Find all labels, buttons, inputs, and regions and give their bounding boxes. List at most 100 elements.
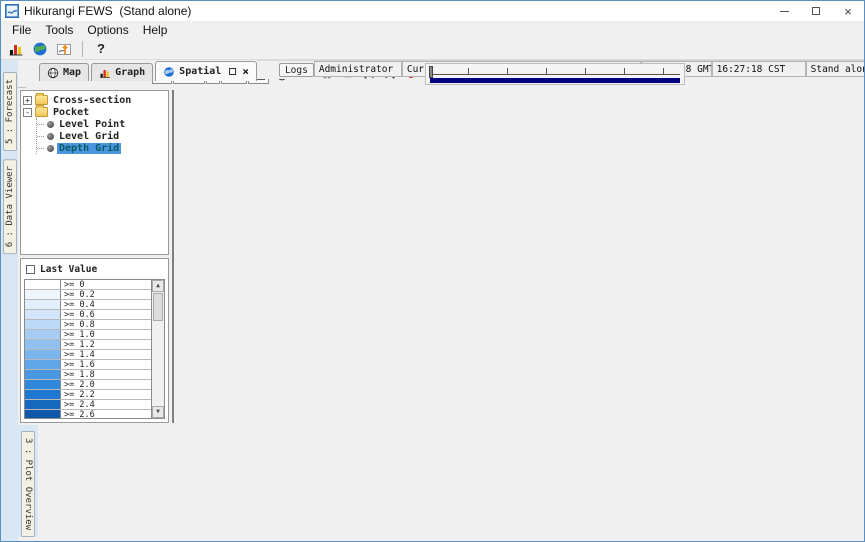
tab-plot-overview[interactable]: 3 : Plot Overview [21,431,35,537]
layers-tree: + Cross-section - Pocket [20,90,169,255]
legend-row[interactable]: >= 1.4 [25,350,151,360]
legend-row-label: >= 1.6 [61,360,151,369]
legend-row[interactable]: >= 0.4 [25,300,151,310]
folder-icon [35,107,48,117]
tree-item-label[interactable]: Level Point [57,119,127,130]
tree-item-cross-section[interactable]: + Cross-section [23,94,166,106]
legend-row-label: >= 0.4 [61,300,151,309]
last-value-checkbox[interactable] [26,265,35,274]
menu-file[interactable]: File [5,23,38,37]
map-display-button[interactable] [29,39,51,59]
tree-item-label[interactable]: Level Grid [57,131,121,142]
tree-item-label[interactable]: Cross-section [51,95,133,106]
legend-color-swatch [25,400,61,409]
legend-row[interactable]: >= 2.0 [25,380,151,390]
legend-row[interactable]: >= 1.6 [25,360,151,370]
collapse-icon[interactable]: - [23,108,32,117]
legend-table: >= 0 >= 0.2 [24,279,165,419]
legend-row-label: >= 1.8 [61,370,151,379]
wireframe-globe-icon [47,67,59,79]
help-label: ? [97,41,105,56]
legend-color-swatch [25,360,61,369]
timeline-handle[interactable] [429,66,433,78]
left-tab-strip: 5 : Forecast 6 : Data Viewer [1,60,18,541]
right-tab-strip: 3 : Plot Overview [18,425,38,537]
menu-tools[interactable]: Tools [38,23,80,37]
legend-row[interactable]: >= 1.2 [25,340,151,350]
timeline-ticks [430,66,680,75]
title-bar[interactable]: Hikurangi FEWS (Stand alone) × [1,1,864,21]
bar-chart-icon [99,67,111,79]
bullet-icon [47,133,54,140]
logs-tab[interactable]: Logs [279,63,314,77]
legend-color-swatch [25,320,61,329]
bar-chart-icon [8,41,24,57]
toolbar-separator [82,41,83,57]
minimize-button[interactable] [768,1,800,21]
bullet-icon [47,145,54,152]
scroll-thumb[interactable] [153,293,163,321]
tab-graph[interactable]: Graph [91,63,153,81]
scroll-up-icon[interactable]: ▲ [152,280,164,292]
bottom-tab-bar: Map Graph Spatial × [18,60,257,81]
status-mode: Stand alone [806,61,865,77]
tree-item-label-selected[interactable]: Depth Grid [57,143,121,154]
globe-icon [163,66,175,78]
tree-item-label[interactable]: Pocket [51,107,91,118]
legend-row-label: >= 1.4 [61,350,151,359]
map-view[interactable]: API Key Required API Key Required Hikura… [172,90,174,423]
menu-help[interactable]: Help [136,23,175,37]
globe-icon [32,41,48,57]
legend-row[interactable]: >= 2.4 [25,400,151,410]
tree-item-pocket[interactable]: - Pocket [23,106,166,118]
status-local-time: 16:27:18 CST [712,61,806,77]
maximize-button[interactable] [800,1,832,21]
tree-item-level-grid[interactable]: Level Grid [37,130,166,142]
tree-connector [37,124,44,125]
legend-row-label: >= 0 [61,280,151,289]
legend-row-label: >= 1.2 [61,340,151,349]
help-button[interactable]: ? [90,39,112,59]
legend-row[interactable]: >= 0 [25,280,151,290]
legend-row[interactable]: >= 2.6 [25,410,151,418]
legend-scrollbar[interactable]: ▲ ▼ [151,280,164,418]
legend-row-label: >= 1.0 [61,330,151,339]
legend-row[interactable]: >= 0.2 [25,290,151,300]
legend-row[interactable]: >= 2.2 [25,390,151,400]
tree-item-level-point[interactable]: Level Point [37,118,166,130]
tab-data-viewer[interactable]: 6 : Data Viewer [3,159,17,254]
legend-row[interactable]: >= 1.0 [25,330,151,340]
chart-display-button[interactable] [53,39,75,59]
legend-color-swatch [25,380,61,389]
tree-connector [37,148,44,149]
legend-row-label: >= 2.2 [61,390,151,399]
legend-row[interactable]: >= 0.8 [25,320,151,330]
legend-color-swatch [25,350,61,359]
last-value-option[interactable]: Last Value [24,262,165,277]
tab-map[interactable]: Map [39,63,89,81]
scroll-down-icon[interactable]: ▼ [152,406,164,418]
tree-connector [37,136,44,137]
main-toolbar: ? [1,38,864,60]
legend-row-label: >= 2.0 [61,380,151,389]
database-display-button[interactable] [5,39,27,59]
timeline-slider[interactable] [425,63,685,85]
menu-bar: File Tools Options Help [1,21,864,38]
legend-row-label: >= 2.4 [61,400,151,409]
legend-color-swatch [25,390,61,399]
legend-rows: >= 0 >= 0.2 [25,280,151,418]
expand-icon[interactable]: + [23,96,32,105]
legend-color-swatch [25,340,61,349]
tree-children: Level Point Level Grid Depth Grid [36,118,166,154]
legend-row[interactable]: >= 1.8 [25,370,151,380]
tab-close-icon[interactable]: × [242,66,249,77]
left-panel: + Cross-section - Pocket [20,90,169,423]
tree-item-depth-grid[interactable]: Depth Grid [37,142,166,154]
folder-icon [35,95,48,105]
close-button[interactable]: × [832,1,864,21]
menu-options[interactable]: Options [80,23,135,37]
legend-row[interactable]: >= 0.6 [25,310,151,320]
tab-spatial[interactable]: Spatial × [155,61,257,81]
tab-maximize-icon[interactable] [229,68,236,75]
tab-forecast[interactable]: 5 : Forecast [3,72,17,151]
